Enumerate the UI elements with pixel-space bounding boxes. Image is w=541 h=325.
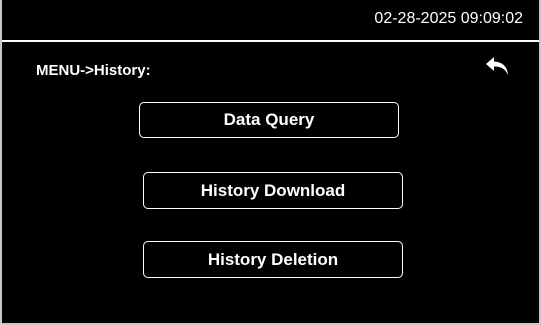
header-divider <box>2 40 539 42</box>
history-menu-screen: 02-28-2025 09:09:02 MENU->History: Data … <box>0 0 541 325</box>
history-download-button[interactable]: History Download <box>143 172 403 209</box>
back-arrow-icon <box>486 57 508 75</box>
back-button[interactable] <box>480 52 516 80</box>
breadcrumb: MENU->History: <box>36 62 151 79</box>
datetime-display: 02-28-2025 09:09:02 <box>374 10 523 27</box>
data-query-button[interactable]: Data Query <box>139 102 399 138</box>
status-bar: 02-28-2025 09:09:02 <box>2 0 539 40</box>
history-deletion-button[interactable]: History Deletion <box>143 241 403 278</box>
